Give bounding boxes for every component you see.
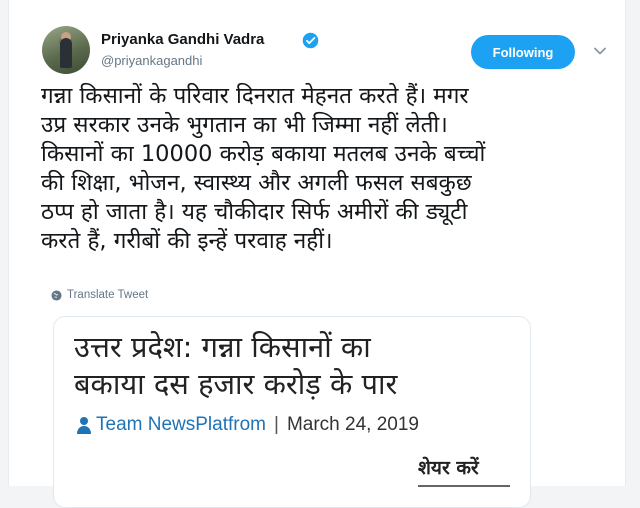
translate-label: Translate Tweet	[67, 289, 149, 301]
tweet-card: Priyanka Gandhi Vadra @priyankagandhi Fo…	[8, 0, 626, 508]
link-preview-card[interactable]: उत्तर प्रदेश: गन्ना किसानों का बकाया दस …	[53, 316, 531, 508]
avatar-figure	[60, 38, 72, 68]
share-underline	[418, 485, 510, 487]
tweet-text: गन्ना किसानों के परिवार दिनरात मेहनत करत…	[41, 83, 486, 254]
chevron-down-icon[interactable]	[593, 44, 607, 58]
byline-separator: |	[274, 414, 279, 435]
verified-badge-icon	[302, 32, 319, 49]
globe-icon	[51, 289, 62, 301]
avatar[interactable]	[42, 26, 90, 74]
preview-headline: उत्तर प्रदेश: गन्ना किसानों का बकाया दस …	[74, 330, 398, 401]
author-handle[interactable]: @priyankagandhi	[101, 53, 202, 68]
person-icon	[77, 417, 91, 434]
preview-author[interactable]: Team NewsPlatfrom	[96, 414, 266, 436]
preview-byline: Team NewsPlatfrom | March 24, 2019	[76, 414, 419, 436]
following-button[interactable]: Following	[471, 35, 575, 69]
author-name[interactable]: Priyanka Gandhi Vadra	[101, 31, 264, 48]
preview-date: March 24, 2019	[286, 414, 419, 435]
share-label[interactable]: शेयर करें	[418, 454, 479, 480]
translate-tweet-link[interactable]: Translate Tweet	[51, 289, 148, 301]
